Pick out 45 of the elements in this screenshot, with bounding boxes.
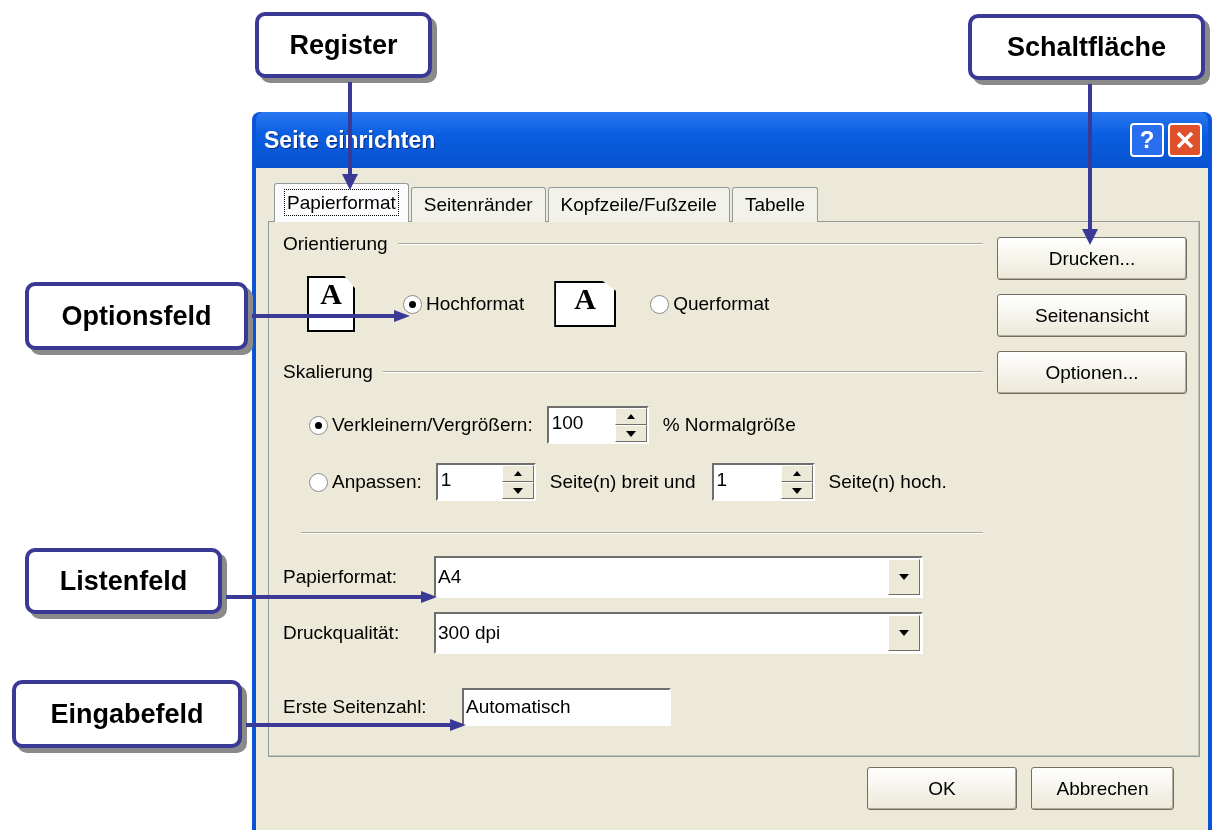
field-label: Erste Seitenzahl: (283, 696, 427, 718)
radio-button[interactable] (650, 294, 670, 314)
spin-up-icon (626, 414, 635, 419)
field-label: Druckqualität: (283, 622, 400, 644)
radio-button[interactable] (309, 415, 328, 435)
side-button[interactable]: Optionen... (997, 351, 1187, 394)
group-title: Skalierung (283, 361, 373, 383)
tab[interactable]: Kopfzeile/Fußzeile (547, 187, 730, 222)
side-button[interactable]: Drucken... (997, 237, 1187, 280)
spin-up-icon (513, 471, 522, 476)
spin-field[interactable]: 1 (435, 463, 536, 501)
spin-down-icon (512, 487, 523, 494)
spin-suffix: % Normalgröße (662, 414, 796, 436)
landscape-page-icon: A (554, 281, 617, 327)
dropdown-field[interactable]: A4 (434, 556, 923, 598)
radio-button[interactable] (403, 294, 422, 314)
window-title: Seite einrichten (264, 126, 437, 154)
dialog-button[interactable]: OK (867, 767, 1017, 810)
dropdown-arrow-icon (899, 630, 909, 636)
help-button[interactable]: ? (1130, 123, 1164, 157)
radio-button[interactable] (309, 472, 328, 492)
spin-down-icon (791, 487, 802, 494)
portrait-page-icon: A (307, 276, 355, 332)
tab[interactable]: Papierformat (274, 183, 409, 222)
radio-label: Hochformat (426, 293, 525, 315)
group-title: Orientierung (283, 233, 388, 255)
spin-suffix: Seite(n) hoch. (828, 471, 947, 493)
dropdown-arrow-icon (899, 574, 909, 580)
dialog-button[interactable]: Abbrechen (1031, 767, 1174, 810)
close-icon (1176, 131, 1194, 149)
radio-label: Verkleinern/Vergrößern: (332, 414, 533, 436)
dropdown-field[interactable]: 300 dpi (434, 612, 923, 654)
spin-up-icon (792, 471, 801, 476)
spin-field[interactable]: 100 (546, 406, 649, 444)
side-button[interactable]: Seitenansicht (997, 294, 1187, 337)
tab[interactable]: Tabelle (731, 187, 819, 222)
close-button[interactable] (1168, 123, 1202, 157)
spin-field[interactable]: 1 (711, 463, 815, 501)
input-field[interactable]: Automatisch (462, 688, 671, 726)
spin-suffix: Seite(n) breit und (549, 471, 696, 493)
field-label: Papierformat: (283, 566, 398, 588)
radio-label: Anpassen: (332, 471, 422, 493)
spin-down-icon (625, 430, 636, 437)
radio-label: Querformat (673, 293, 770, 315)
tab[interactable]: Seitenränder (410, 187, 546, 222)
